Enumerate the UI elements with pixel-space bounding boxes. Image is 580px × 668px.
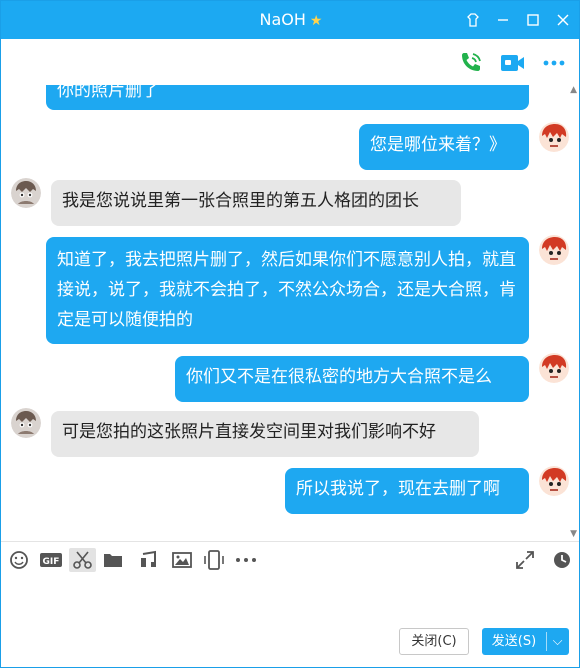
skin-button[interactable] <box>462 9 484 31</box>
expand-icon <box>516 551 534 569</box>
gif-icon: GIF <box>40 553 62 567</box>
contact-avatar-icon <box>11 178 41 208</box>
message-bubble-outgoing[interactable]: 您是哪位来着？》 <box>359 124 529 170</box>
send-label: 发送(S) <box>491 634 537 649</box>
shake-icon <box>204 550 224 570</box>
emoji-icon <box>10 551 28 569</box>
star-icon: ★ <box>309 13 323 29</box>
message-text: 我是您说说里第一张合照里的第五人格团的团长 <box>62 191 419 211</box>
screenshot-scissors-icon <box>73 551 92 569</box>
send-button[interactable]: 发送(S) ⌵ <box>482 628 569 655</box>
avatar[interactable] <box>539 353 569 383</box>
video-call-button[interactable] <box>499 51 525 75</box>
close-button[interactable] <box>552 9 574 31</box>
message-list[interactable]: ▲ 你的照片删了 您是哪位来着？》 我是您说说里第一张合照里的第五人格团的团长 … <box>1 85 579 541</box>
message-bubble-outgoing[interactable]: 知道了，我去把照片删了，然后如果你们不愿意别人拍，就直接说，说了，我就不会拍了，… <box>46 237 529 344</box>
shake-button[interactable] <box>202 548 226 572</box>
history-clock-icon <box>554 552 570 568</box>
folder-button[interactable] <box>102 548 124 572</box>
phone-call-button[interactable] <box>458 51 484 75</box>
music-button[interactable] <box>137 548 159 572</box>
svg-text:GIF: GIF <box>43 557 60 567</box>
user-avatar-icon <box>539 122 569 152</box>
screenshot-button[interactable] <box>69 548 96 572</box>
title-bar: NaOH ★ <box>1 1 579 39</box>
contact-avatar-icon <box>11 408 41 438</box>
window-title: NaOH <box>259 10 306 29</box>
chat-toolbar <box>1 39 579 85</box>
expand-button[interactable] <box>514 548 536 572</box>
message-bubble-incoming[interactable]: 可是您拍的这张照片直接发空间里对我们影响不好 <box>51 411 479 457</box>
emoji-button[interactable] <box>8 548 30 572</box>
chat-window: NaOH ★ ▲ 你的照片删了 您是哪位来着？》 我是您说说里第一张合照里的第五… <box>0 0 580 668</box>
avatar[interactable] <box>539 466 569 496</box>
avatar[interactable] <box>539 235 569 265</box>
more-button[interactable] <box>541 51 567 75</box>
message-bubble-outgoing[interactable]: 你的照片删了 <box>46 85 529 110</box>
scroll-up-arrow-icon[interactable]: ▲ <box>570 85 577 95</box>
phone-call-icon <box>462 53 481 71</box>
more-tools-button[interactable] <box>234 548 258 572</box>
scroll-down-arrow-icon[interactable]: ▼ <box>570 529 577 539</box>
message-text: 可是您拍的这张照片直接发空间里对我们影响不好 <box>62 422 436 442</box>
folder-icon <box>104 554 122 567</box>
message-input[interactable]: 关闭(C) 发送(S) ⌵ <box>1 577 579 667</box>
minimize-button[interactable] <box>492 9 514 31</box>
image-button[interactable] <box>171 548 193 572</box>
message-text: 你们又不是在很私密的地方大合照不是么 <box>186 367 492 387</box>
history-button[interactable] <box>551 548 573 572</box>
user-avatar-icon <box>539 466 569 496</box>
message-bubble-outgoing[interactable]: 你们又不是在很私密的地方大合照不是么 <box>175 356 529 402</box>
minimize-icon <box>498 19 508 21</box>
avatar[interactable] <box>539 122 569 152</box>
video-call-icon <box>501 55 524 71</box>
maximize-button[interactable] <box>522 9 544 31</box>
image-icon <box>172 552 192 568</box>
user-avatar-icon <box>539 235 569 265</box>
more-icon <box>236 558 256 562</box>
user-avatar-icon <box>539 353 569 383</box>
input-toolbar: GIF <box>1 541 579 577</box>
maximize-icon <box>527 14 539 26</box>
close-chat-button[interactable]: 关闭(C) <box>399 628 469 655</box>
more-icon <box>543 60 565 66</box>
avatar[interactable] <box>11 178 41 208</box>
message-text: 知道了，我去把照片删了，然后如果你们不愿意别人拍，就直接说，说了，我就不会拍了，… <box>57 250 516 330</box>
music-icon <box>141 550 156 567</box>
message-text: 所以我说了，现在去删了啊 <box>296 479 500 499</box>
gif-button[interactable]: GIF <box>39 548 63 572</box>
close-icon <box>557 14 569 26</box>
message-text: 您是哪位来着？》 <box>370 135 506 155</box>
skin-icon <box>467 13 479 27</box>
message-text: 你的照片删了 <box>57 85 159 101</box>
chevron-down-icon[interactable]: ⌵ <box>546 628 569 655</box>
message-bubble-outgoing[interactable]: 所以我说了，现在去删了啊 <box>285 468 529 514</box>
avatar[interactable] <box>11 408 41 438</box>
message-bubble-incoming[interactable]: 我是您说说里第一张合照里的第五人格团的团长 <box>51 180 461 226</box>
